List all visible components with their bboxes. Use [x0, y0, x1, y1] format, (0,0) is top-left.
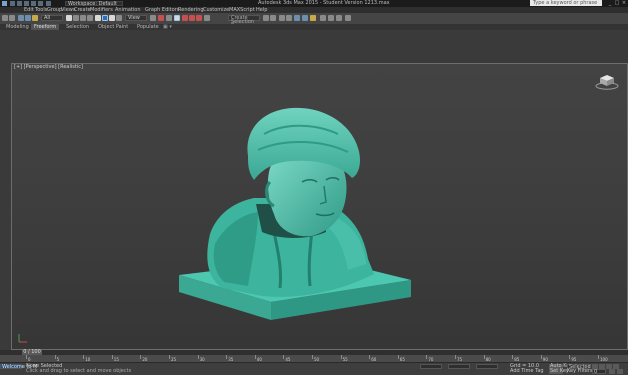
time-configuration-icon[interactable]: [609, 369, 615, 374]
frame-tick: [283, 355, 285, 359]
prompt-line: Click and drag to select and move object…: [26, 368, 132, 374]
selection-filter-dropdown[interactable]: All: [41, 15, 63, 21]
select-rotate-icon[interactable]: [102, 15, 108, 21]
frame-tick: [397, 355, 399, 359]
viewport-layout-strip: [0, 63, 11, 350]
frame-tick: [455, 355, 456, 359]
x-coordinate-field[interactable]: [420, 364, 442, 369]
frame-tick: [540, 355, 542, 359]
frame-tick: [254, 355, 256, 359]
maxscript-listener[interactable]: Welcome to M: [0, 364, 37, 370]
percent-snap-icon[interactable]: [189, 15, 195, 21]
frame-tick: [83, 355, 85, 359]
frame-tick: [169, 355, 170, 359]
material-editor-icon[interactable]: [310, 15, 316, 21]
bind-space-warp-icon[interactable]: [32, 15, 38, 21]
frame-tick: [369, 355, 371, 359]
frame-tick: [197, 355, 199, 359]
open-file-icon[interactable]: [17, 1, 22, 6]
rectangle-selection-icon[interactable]: [80, 15, 86, 21]
set-key-button[interactable]: Set Key: [549, 369, 569, 374]
y-coordinate-field[interactable]: [448, 364, 470, 369]
z-coordinate-field[interactable]: [476, 364, 498, 369]
frame-tick: [226, 355, 228, 359]
frame-tick: [26, 355, 27, 359]
frame-tick: [312, 355, 313, 359]
bust-sculpture-model[interactable]: [12, 64, 628, 351]
named-selection-sets-dropdown[interactable]: Create Selection Se: [228, 15, 260, 29]
search-input[interactable]: Type a keyword or phrase: [530, 0, 602, 6]
render-setup-icon[interactable]: [320, 15, 326, 21]
workspace-dropdown[interactable]: Workspace: Default: [65, 1, 123, 7]
perspective-viewport[interactable]: [+] [Perspective] [Realistic]: [11, 63, 628, 350]
frame-tick: [512, 355, 514, 359]
curve-editor-icon[interactable]: [294, 15, 300, 21]
undo-icon[interactable]: [2, 15, 8, 21]
zoom-extents-icon[interactable]: [617, 369, 623, 374]
frame-tick: [54, 355, 56, 359]
select-move-icon[interactable]: [95, 15, 101, 21]
window-crossing-icon[interactable]: [87, 15, 93, 21]
render-production-icon[interactable]: [336, 15, 342, 21]
angle-snap-icon[interactable]: [182, 15, 188, 21]
close-icon[interactable]: ×: [620, 0, 628, 6]
frame-tick: [140, 355, 142, 359]
frame-tick: [483, 355, 485, 359]
world-axis-icon: [18, 334, 27, 343]
ribbon-panel: [0, 30, 628, 64]
title-bar: Workspace: Default Autodesk 3ds Max 2015…: [0, 0, 628, 7]
spinner-snap-icon[interactable]: [196, 15, 202, 21]
reference-coordinate-dropdown[interactable]: View: [125, 15, 147, 21]
select-scale-icon[interactable]: [109, 15, 115, 21]
edit-named-selection-icon[interactable]: [204, 15, 210, 21]
snaps-toggle-icon[interactable]: [174, 15, 180, 21]
pivot-center-icon[interactable]: [150, 15, 156, 21]
render-online-icon[interactable]: [345, 15, 351, 21]
frame-tick: [111, 355, 113, 359]
schematic-view-icon[interactable]: [302, 15, 308, 21]
rendered-frame-window-icon[interactable]: [328, 15, 334, 21]
redo-icon[interactable]: [9, 15, 15, 21]
frame-tick: [340, 355, 342, 359]
frame-tick: [569, 355, 571, 359]
add-time-tag[interactable]: Add Time Tag: [510, 369, 544, 374]
select-place-icon[interactable]: [116, 15, 122, 21]
mirror-icon[interactable]: [263, 15, 269, 21]
app-logo-icon[interactable]: [2, 1, 7, 6]
undo-icon[interactable]: [31, 1, 36, 6]
layer-explorer-icon[interactable]: [286, 15, 292, 21]
select-object-icon[interactable]: [66, 15, 72, 21]
frame-tick: [426, 355, 428, 359]
project-folder-icon[interactable]: [46, 1, 51, 6]
keyboard-shortcut-icon[interactable]: [166, 15, 172, 21]
unlink-icon[interactable]: [25, 15, 31, 21]
save-file-icon[interactable]: [24, 1, 29, 6]
window-title: Autodesk 3ds Max 2015 - Student Version …: [258, 0, 390, 6]
redo-icon[interactable]: [38, 1, 43, 6]
new-file-icon[interactable]: [10, 1, 15, 6]
scene-explorer-icon[interactable]: [279, 15, 285, 21]
current-frame-field[interactable]: 0: [592, 369, 606, 375]
track-bar[interactable]: 0 5 10 15 20 25 30 35 40 45 50 55 60 65 70 75 80 85 90 95 10…: [0, 355, 628, 362]
frame-tick: [598, 355, 599, 359]
status-bar: Welcome to M None Selected Click and dra…: [0, 362, 628, 375]
select-by-name-icon[interactable]: [73, 15, 79, 21]
manipulate-icon[interactable]: [158, 15, 164, 21]
link-icon[interactable]: [18, 15, 24, 21]
align-icon[interactable]: [270, 15, 276, 21]
